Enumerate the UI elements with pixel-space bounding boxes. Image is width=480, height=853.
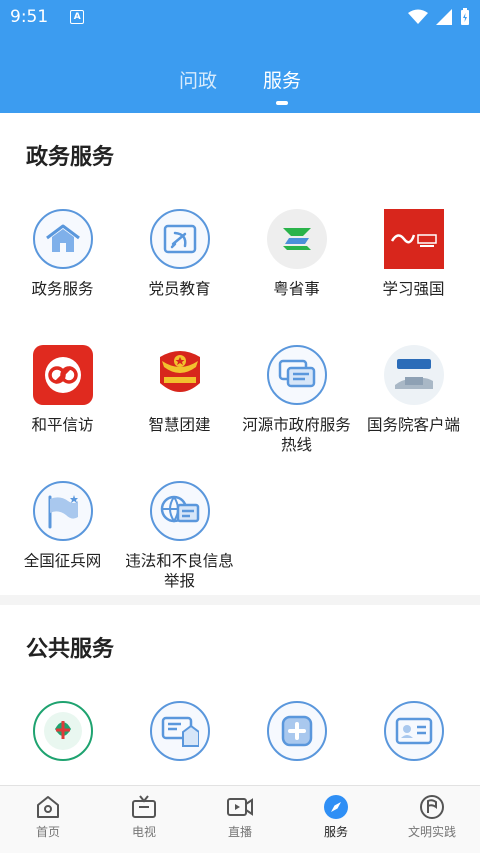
video-camera-icon (227, 798, 253, 816)
service-item-hotline[interactable]: 河源市政府服务热线 (238, 323, 355, 459)
home-icon (37, 796, 59, 818)
status-bar: 9:51 A (0, 0, 480, 34)
service-label: 政务服务 (31, 280, 94, 298)
public-item-payment[interactable] (121, 679, 238, 785)
wifi-icon (408, 9, 428, 24)
nav-label: 首页 (35, 825, 60, 839)
nav-label: 文明实践 (407, 825, 456, 839)
heping-xinfang-logo-icon (32, 345, 93, 405)
service-label: 智慧团建 (148, 416, 211, 434)
service-label: 党员教育 (148, 280, 211, 298)
hospital-logo-icon (32, 701, 93, 761)
notification-a-icon: A (70, 10, 85, 24)
battery-icon (461, 8, 469, 25)
public-item-hospital[interactable] (4, 679, 121, 785)
house-icon (32, 209, 93, 269)
tab-wenzheng[interactable]: 问政 (179, 66, 217, 93)
party-emblem-icon (149, 209, 210, 269)
compass-icon (324, 795, 348, 819)
public-item-medical[interactable] (238, 679, 355, 785)
public-item-idcard[interactable] (355, 679, 472, 785)
yueshengshi-logo-icon (266, 209, 327, 269)
service-label: 和平信访 (31, 416, 94, 434)
service-label: 全国征兵网 (23, 552, 102, 570)
section-divider (0, 595, 480, 605)
xuexi-qiangguo-logo-icon (383, 209, 444, 269)
nav-tv[interactable]: 电视 (96, 786, 192, 853)
section-title: 政务服务 (26, 145, 115, 170)
nav-home[interactable]: 首页 (0, 786, 96, 853)
youth-league-emblem-icon (149, 345, 210, 405)
id-card-icon (383, 701, 444, 761)
service-item-xuexi[interactable]: 学习强国 (355, 187, 472, 323)
service-item-zhengwu[interactable]: 政务服务 (4, 187, 121, 323)
service-label: 粤省事 (273, 280, 320, 298)
chat-bubbles-icon (266, 345, 327, 405)
nav-civilization[interactable]: 文明实践 (384, 786, 480, 853)
public-services-section: 公共服务 (0, 605, 480, 785)
service-item-dangyuan[interactable]: 党员教育 (121, 187, 238, 323)
service-item-yueshengshi[interactable]: 粤省事 (238, 187, 355, 323)
public-services-grid (0, 679, 480, 785)
nav-label: 服务 (323, 825, 348, 839)
nav-label: 直播 (227, 825, 252, 839)
header: 9:51 A 问政 服务 (0, 0, 480, 113)
state-council-logo-icon (383, 345, 444, 405)
bottom-nav: 首页 电视 直播 服务 文明实践 (0, 785, 480, 853)
medical-cross-icon (266, 701, 327, 761)
nav-live[interactable]: 直播 (192, 786, 288, 853)
service-label: 违法和不良信息举报 (125, 552, 234, 590)
service-label: 学习强国 (382, 280, 445, 298)
nav-label: 电视 (131, 825, 156, 839)
main-content[interactable]: 政务服务 政务服务 党员教育 粤省事 学习强国 和平信访 智慧团建 河源市政府服… (0, 113, 480, 785)
tab-fuwu[interactable]: 服务 (263, 66, 301, 93)
tv-icon (132, 795, 156, 818)
service-item-heping[interactable]: 和平信访 (4, 323, 121, 459)
service-label: 河源市政府服务热线 (242, 416, 351, 454)
status-time: 9:51 (10, 7, 49, 27)
service-label: 国务院客户端 (366, 416, 460, 434)
service-item-tuanjian[interactable]: 智慧团建 (121, 323, 238, 459)
gov-services-section: 政务服务 政务服务 党员教育 粤省事 学习强国 和平信访 智慧团建 河源市政府服… (0, 113, 480, 595)
service-item-zhengbing[interactable]: 全国征兵网 (4, 459, 121, 595)
globe-report-icon (149, 481, 210, 541)
section-title: 公共服务 (26, 637, 115, 662)
nav-service[interactable]: 服务 (288, 786, 384, 853)
payment-document-icon (149, 701, 210, 761)
signal-icon (436, 9, 452, 25)
flag-circle-icon (420, 795, 444, 819)
flag-icon (32, 481, 93, 541)
gov-services-grid: 政务服务 党员教育 粤省事 学习强国 和平信访 智慧团建 河源市政府服务热线 国… (0, 187, 480, 595)
service-item-jubao[interactable]: 违法和不良信息举报 (121, 459, 238, 595)
service-item-guowuyuan[interactable]: 国务院客户端 (355, 323, 472, 459)
top-tabs: 问政 服务 (0, 66, 480, 93)
